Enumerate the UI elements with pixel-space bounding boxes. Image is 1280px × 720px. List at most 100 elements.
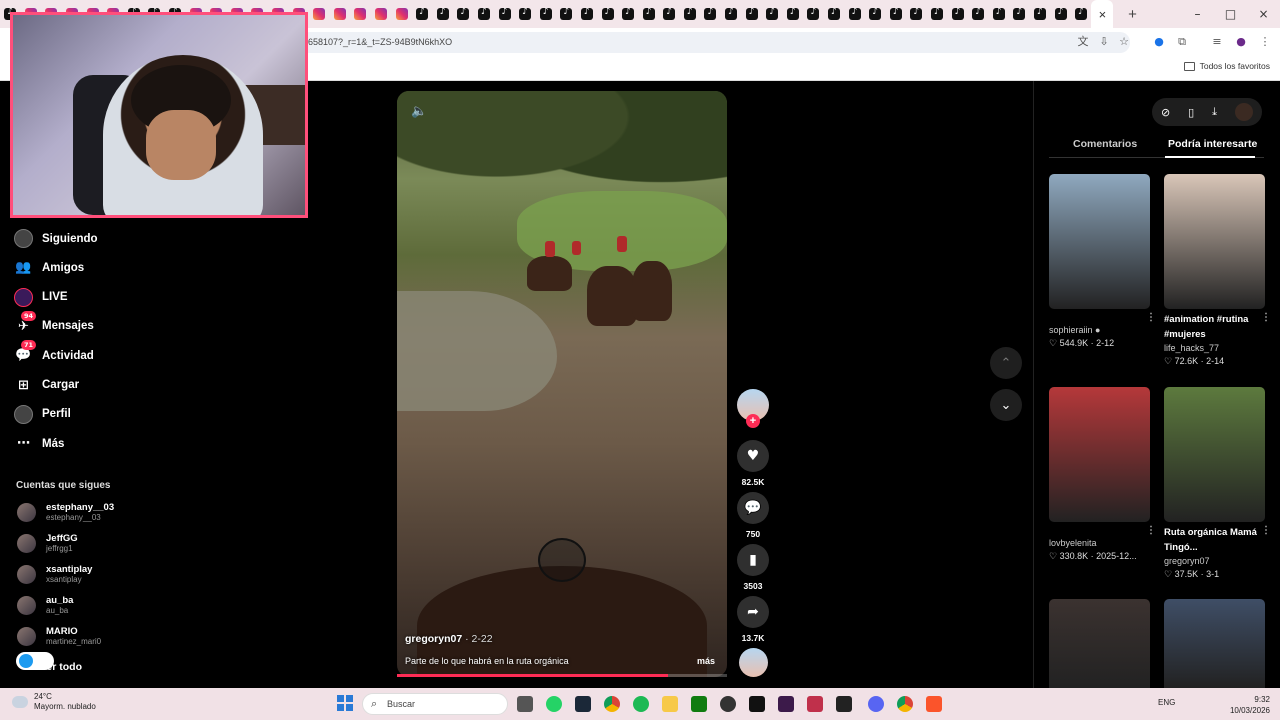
download-icon[interactable]: ⤓ bbox=[1212, 105, 1217, 119]
bookmark-icon[interactable]: ▮ bbox=[737, 544, 769, 576]
extensions-puzzle-icon[interactable]: ⧉ bbox=[1173, 33, 1191, 51]
clock[interactable]: 9:32 10/03/2026 bbox=[1226, 694, 1270, 716]
sidebar-item-ms[interactable]: ⋯ Más bbox=[14, 434, 64, 453]
maximize-button[interactable]: □ bbox=[1214, 7, 1247, 21]
tab-comments[interactable]: Comentarios bbox=[1073, 138, 1137, 150]
video-player[interactable] bbox=[397, 91, 727, 677]
browser-tab[interactable] bbox=[535, 0, 556, 28]
browser-tab[interactable] bbox=[474, 0, 495, 28]
sidebar-item-amigos[interactable]: 👥 Amigos bbox=[14, 258, 84, 277]
music-disc-avatar[interactable] bbox=[739, 648, 768, 677]
comment-action[interactable]: 💬 750 bbox=[737, 492, 769, 539]
browser-tab[interactable] bbox=[741, 0, 762, 28]
url-field[interactable]: 658107?_r=1&_t=ZS-94B9tN6khXO bbox=[300, 32, 1130, 53]
browser-tab[interactable] bbox=[391, 0, 412, 28]
card-username[interactable]: gregoryn07 bbox=[1164, 555, 1265, 568]
reading-list-icon[interactable]: ≡ bbox=[1208, 33, 1226, 51]
browser-tab[interactable] bbox=[886, 0, 907, 28]
whatsapp-icon[interactable] bbox=[546, 696, 562, 712]
browser-tab[interactable] bbox=[1050, 0, 1071, 28]
menu-kebab-icon[interactable]: ⋮ bbox=[1256, 33, 1274, 51]
tiktok-icon[interactable] bbox=[749, 696, 765, 712]
chrome-active-icon[interactable] bbox=[897, 696, 913, 712]
browser-tab[interactable] bbox=[700, 0, 721, 28]
suggested-video-card[interactable]: ⋮ Ruta orgánica Mamá Tingó... gregoryn07 ♡ … bbox=[1164, 387, 1271, 581]
discord-icon[interactable] bbox=[868, 696, 884, 712]
browser-tab[interactable] bbox=[432, 0, 453, 28]
caption-more-link[interactable]: más bbox=[697, 656, 715, 666]
tf-app-icon[interactable] bbox=[807, 696, 823, 712]
browser-tab[interactable] bbox=[515, 0, 536, 28]
save-action[interactable]: ▮ 3503 bbox=[737, 544, 769, 591]
sidebar-item-cargar[interactable]: ⊞ Cargar bbox=[14, 376, 79, 395]
browser-tab[interactable] bbox=[803, 0, 824, 28]
close-window-button[interactable]: × bbox=[1247, 7, 1280, 21]
followed-account[interactable]: estephany__03 estephany__03 bbox=[17, 503, 114, 522]
chrome-icon[interactable] bbox=[604, 696, 620, 712]
browser-tab[interactable] bbox=[638, 0, 659, 28]
heart-icon[interactable]: ♥ bbox=[737, 440, 769, 472]
browser-tab[interactable] bbox=[824, 0, 845, 28]
browser-tab[interactable] bbox=[453, 0, 474, 28]
task-view-icon[interactable] bbox=[517, 696, 533, 712]
follow-plus-icon[interactable]: + bbox=[746, 414, 760, 428]
share-arrow-icon[interactable]: ➦ bbox=[737, 596, 769, 628]
bookmark-star-icon[interactable]: ☆ bbox=[1115, 33, 1133, 51]
browser-tab[interactable] bbox=[618, 0, 639, 28]
browser-tab[interactable] bbox=[577, 0, 598, 28]
video-thumbnail[interactable] bbox=[1049, 174, 1150, 309]
profile-avatar-icon[interactable]: ● bbox=[1232, 33, 1250, 51]
install-app-icon[interactable]: ⇩ bbox=[1095, 33, 1113, 51]
steam-icon[interactable] bbox=[575, 696, 591, 712]
volume-icon[interactable]: 🔈 bbox=[411, 104, 427, 119]
obs-icon[interactable] bbox=[720, 696, 736, 712]
start-button[interactable] bbox=[337, 695, 353, 711]
share-action[interactable]: ➦ 13.7K bbox=[737, 596, 769, 643]
previous-video-button[interactable]: ⌃ bbox=[990, 347, 1022, 379]
browser-tab[interactable] bbox=[659, 0, 680, 28]
minimize-button[interactable]: – bbox=[1181, 7, 1214, 21]
video-thumbnail[interactable] bbox=[1164, 174, 1265, 309]
browser-tab[interactable] bbox=[494, 0, 515, 28]
sidebar-item-live[interactable]: LIVE bbox=[14, 287, 68, 307]
epic-games-icon[interactable] bbox=[836, 696, 852, 712]
followed-account[interactable]: au_ba au_ba bbox=[17, 596, 73, 615]
suggested-video-card[interactable]: ⋮ #animation #rutina #mujeres life_hacks_7… bbox=[1164, 174, 1271, 368]
browser-tab[interactable] bbox=[865, 0, 886, 28]
language-indicator[interactable]: ENG bbox=[1158, 698, 1175, 707]
user-avatar[interactable] bbox=[1234, 103, 1253, 121]
browser-tab[interactable] bbox=[412, 0, 433, 28]
taskbar-search[interactable]: Buscar bbox=[362, 693, 508, 715]
new-tab-button[interactable]: + bbox=[1121, 6, 1143, 23]
weather-widget[interactable]: 24°C Mayorm. nublado bbox=[12, 692, 96, 712]
suggested-video-card[interactable]: ⋮ lovbyelenita ♡ 330.8K · 2025-12... bbox=[1049, 387, 1156, 563]
browser-tab[interactable] bbox=[556, 0, 577, 28]
browser-tab[interactable] bbox=[762, 0, 783, 28]
video-thumbnail[interactable] bbox=[1164, 599, 1265, 688]
browser-tab[interactable] bbox=[309, 0, 330, 28]
extension-shield-icon[interactable]: ● bbox=[1150, 33, 1168, 51]
card-username[interactable]: sophieraiin ● bbox=[1049, 324, 1150, 337]
browser-tab[interactable] bbox=[783, 0, 804, 28]
video-progress-bar[interactable] bbox=[397, 674, 727, 677]
see-all-link[interactable]: Ver todo bbox=[40, 661, 82, 673]
browser-tab[interactable] bbox=[906, 0, 927, 28]
card-username[interactable]: lovbyelenita bbox=[1049, 537, 1150, 550]
browser-tab[interactable] bbox=[968, 0, 989, 28]
sidebar-item-perfil[interactable]: Perfil bbox=[14, 404, 71, 424]
video-thumbnail[interactable] bbox=[1049, 599, 1150, 688]
card-username[interactable]: life_hacks_77 bbox=[1164, 342, 1265, 355]
like-action[interactable]: ♥ 82.5K bbox=[737, 440, 769, 487]
compass-icon[interactable]: ⊘ bbox=[1161, 106, 1170, 119]
browser-tab[interactable] bbox=[927, 0, 948, 28]
browser-tab[interactable] bbox=[844, 0, 865, 28]
browser-tab[interactable] bbox=[1071, 0, 1092, 28]
browser-tab[interactable] bbox=[680, 0, 701, 28]
suggested-video-card[interactable] bbox=[1164, 599, 1265, 688]
browser-tab[interactable] bbox=[330, 0, 351, 28]
card-options-icon[interactable]: ⋮ bbox=[1261, 312, 1271, 323]
card-options-icon[interactable]: ⋮ bbox=[1261, 525, 1271, 536]
active-tab-close-icon[interactable]: × bbox=[1091, 0, 1114, 28]
app-icon[interactable] bbox=[778, 696, 794, 712]
browser-tab[interactable] bbox=[1030, 0, 1051, 28]
